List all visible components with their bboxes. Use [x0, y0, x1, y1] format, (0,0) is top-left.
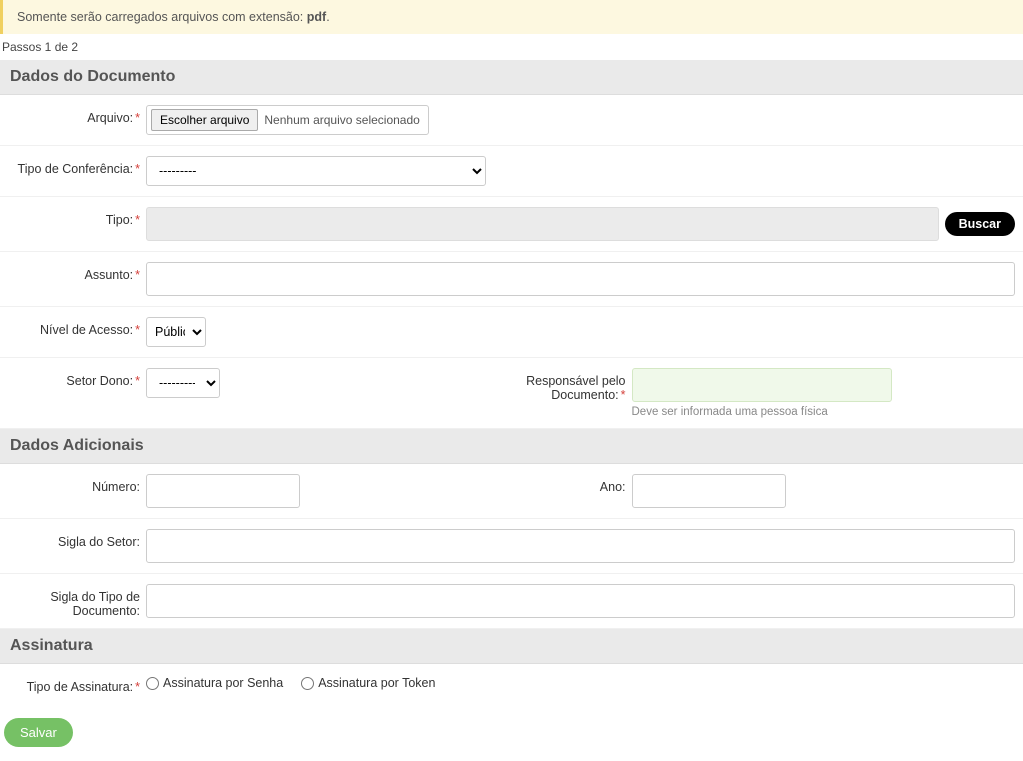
- radio-token-item[interactable]: Assinatura por Token: [301, 676, 435, 690]
- alert-ext: pdf: [307, 10, 326, 24]
- sigla-setor-input[interactable]: [146, 529, 1015, 563]
- alert-file-extension: Somente serão carregados arquivos com ex…: [0, 0, 1023, 34]
- salvar-button[interactable]: Salvar: [4, 718, 73, 747]
- label-numero: Número:: [8, 474, 146, 494]
- label-tipo-conf: Tipo de Conferência:*: [8, 156, 146, 176]
- file-status: Nenhum arquivo selecionado: [264, 113, 423, 127]
- section-assinatura: Assinatura: [0, 629, 1023, 664]
- radio-senha-label: Assinatura por Senha: [163, 676, 283, 690]
- radio-token-label: Assinatura por Token: [318, 676, 435, 690]
- responsavel-help: Deve ser informada uma pessoa física: [632, 406, 892, 418]
- label-assunto: Assunto:*: [8, 262, 146, 282]
- alert-text-prefix: Somente serão carregados arquivos com ex…: [17, 10, 307, 24]
- setor-dono-select[interactable]: ---------: [146, 368, 220, 398]
- label-responsavel: Responsável pelo Documento:*: [512, 368, 632, 402]
- nivel-acesso-select[interactable]: Público: [146, 317, 206, 347]
- radio-senha-item[interactable]: Assinatura por Senha: [146, 676, 283, 690]
- file-choose-button[interactable]: Escolher arquivo: [151, 109, 258, 131]
- alert-suffix: .: [326, 10, 329, 24]
- label-arquivo: Arquivo:*: [8, 105, 146, 125]
- numero-input[interactable]: [146, 474, 300, 508]
- file-input-wrapper[interactable]: Escolher arquivo Nenhum arquivo selecion…: [146, 105, 429, 135]
- buscar-button[interactable]: Buscar: [945, 212, 1015, 236]
- radio-senha[interactable]: [146, 677, 159, 690]
- tipo-input: [146, 207, 939, 241]
- ano-input[interactable]: [632, 474, 786, 508]
- section-dados-adicionais: Dados Adicionais: [0, 429, 1023, 464]
- section-dados-documento: Dados do Documento: [0, 60, 1023, 95]
- steps-label: Passos 1 de 2: [0, 34, 1023, 60]
- radio-token[interactable]: [301, 677, 314, 690]
- label-nivel: Nível de Acesso:*: [8, 317, 146, 337]
- label-tipo-assinatura: Tipo de Assinatura:*: [8, 674, 146, 694]
- sigla-tipo-input[interactable]: [146, 584, 1015, 618]
- responsavel-input[interactable]: [632, 368, 892, 402]
- assunto-input[interactable]: [146, 262, 1015, 296]
- tipo-conferencia-select[interactable]: ---------: [146, 156, 486, 186]
- label-sigla-setor: Sigla do Setor:: [8, 529, 146, 549]
- label-sigla-tipo: Sigla do Tipo de Documento:: [8, 584, 146, 618]
- label-setor-dono: Setor Dono:*: [8, 368, 146, 388]
- label-ano: Ano:: [512, 474, 632, 494]
- label-tipo: Tipo:*: [8, 207, 146, 227]
